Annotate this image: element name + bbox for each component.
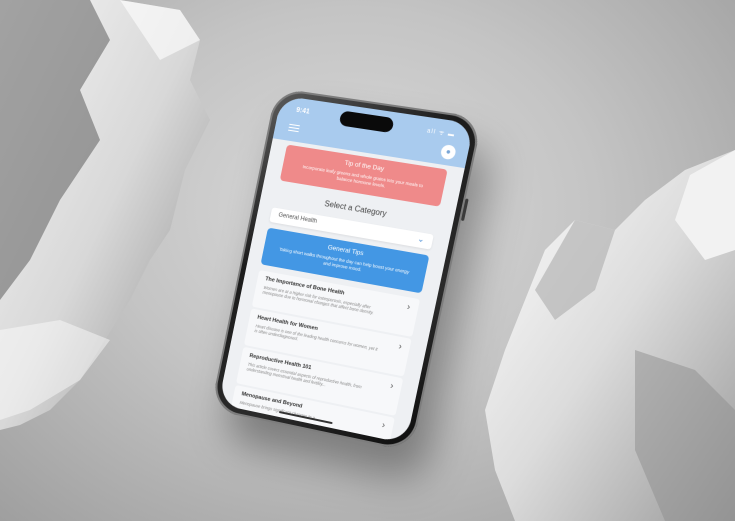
user-icon[interactable]: ● [439,144,457,161]
chevron-right-icon: › [406,301,412,312]
status-time: 9:41 [295,106,311,116]
rock-left-image [0,0,210,430]
dynamic-island [338,110,395,134]
chevron-right-icon: › [381,419,387,430]
chevron-right-icon: › [397,340,403,352]
chevron-down-icon: ⌄ [416,234,426,245]
rock-right-image [485,150,735,521]
chevron-right-icon: › [389,380,395,391]
status-icons: all ᯤ ▬ [426,128,456,139]
hamburger-icon[interactable] [288,123,300,134]
category-select-value: General Health [277,212,318,225]
